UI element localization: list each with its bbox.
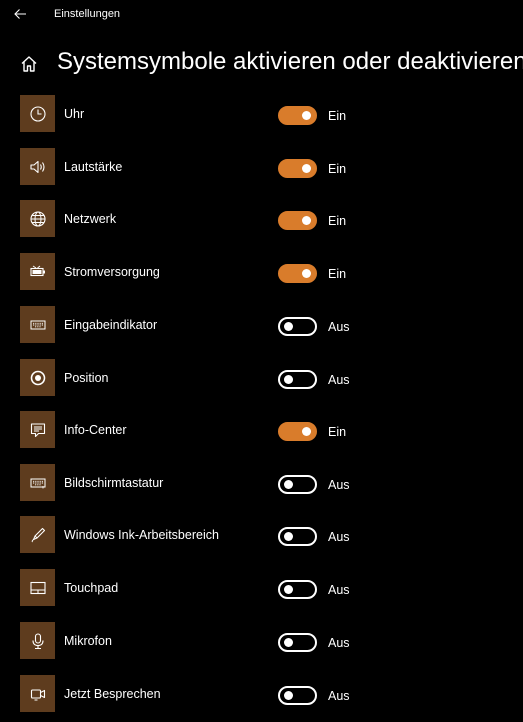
toggle-knob [284, 375, 293, 384]
setting-toggle[interactable] [278, 422, 317, 441]
setting-label: Bildschirmtastatur [64, 476, 164, 490]
setting-label: Stromversorgung [64, 265, 160, 279]
toggle-knob [302, 216, 311, 225]
microphone-icon [31, 632, 44, 649]
toggle-knob [284, 322, 293, 331]
setting-row: Eingabeindikator Aus [0, 306, 523, 344]
setting-toggle[interactable] [278, 475, 317, 494]
toggle-knob [302, 427, 311, 436]
clock-icon [29, 105, 46, 122]
toggle-state-label: Ein [328, 214, 347, 228]
setting-row: Netzwerk Ein [0, 200, 523, 238]
setting-icon-tile [20, 411, 55, 448]
toggle-knob [284, 585, 293, 594]
setting-icon-tile [20, 148, 55, 185]
home-button[interactable] [19, 54, 39, 74]
setting-label: Netzwerk [64, 212, 117, 226]
setting-label: Info-Center [64, 423, 127, 437]
setting-row: Windows Ink-Arbeitsbereich Aus [0, 516, 523, 554]
toggle-state-label: Ein [328, 109, 347, 123]
setting-icon-tile [20, 253, 55, 290]
setting-toggle[interactable] [278, 317, 317, 336]
setting-icon-tile [20, 516, 55, 553]
toggle-state-label: Ein [328, 267, 347, 281]
toggle-state-label: Ein [328, 162, 347, 176]
setting-row: Touchpad Aus [0, 569, 523, 607]
setting-toggle[interactable] [278, 686, 317, 705]
setting-label: Touchpad [64, 581, 119, 595]
setting-icon-tile [20, 675, 55, 712]
setting-label: Eingabeindikator [64, 318, 158, 332]
setting-row: Jetzt Besprechen Aus [0, 675, 523, 713]
toggle-state-label: Aus [328, 478, 350, 492]
action-center-icon [30, 422, 45, 437]
setting-icon-tile [20, 306, 55, 343]
setting-toggle[interactable] [278, 264, 317, 283]
setting-row: Lautstärke Ein [0, 148, 523, 186]
pen-icon [31, 527, 45, 542]
back-arrow-icon [14, 9, 26, 19]
setting-label: Windows Ink-Arbeitsbereich [64, 528, 219, 542]
setting-toggle[interactable] [278, 159, 317, 178]
toggle-state-label: Aus [328, 583, 350, 597]
battery-icon [29, 265, 45, 276]
volume-icon [29, 160, 45, 173]
title-bar: Einstellungen [0, 0, 523, 28]
setting-label: Uhr [64, 107, 85, 121]
back-button[interactable] [10, 4, 30, 24]
toggle-state-label: Aus [328, 373, 350, 387]
toggle-knob [284, 638, 293, 647]
setting-icon-tile [20, 359, 55, 396]
setting-toggle[interactable] [278, 633, 317, 652]
setting-row: Position Aus [0, 359, 523, 397]
globe-icon [29, 210, 46, 227]
setting-toggle[interactable] [278, 106, 317, 125]
setting-label: Jetzt Besprechen [64, 687, 161, 701]
toggle-state-label: Aus [328, 636, 350, 650]
setting-row: Stromversorgung Ein [0, 253, 523, 291]
toggle-state-label: Aus [328, 320, 350, 334]
toggle-state-label: Aus [328, 530, 350, 544]
setting-row: Uhr Ein [0, 95, 523, 133]
setting-icon-tile [20, 569, 55, 606]
setting-row: Mikrofon Aus [0, 622, 523, 660]
toggle-state-label: Aus [328, 689, 350, 703]
setting-icon-tile [20, 622, 55, 659]
setting-icon-tile [20, 464, 55, 501]
setting-label: Mikrofon [64, 634, 112, 648]
setting-toggle[interactable] [278, 211, 317, 230]
setting-toggle[interactable] [278, 527, 317, 546]
setting-row: Info-Center Ein [0, 411, 523, 449]
home-icon [21, 56, 37, 72]
keyboard-icon [30, 320, 45, 329]
toggle-knob [284, 480, 293, 489]
setting-label: Position [64, 371, 109, 385]
toggle-knob [302, 111, 311, 120]
page-title: Systemsymbole aktivieren oder deaktivier… [57, 48, 523, 75]
toggle-knob [284, 691, 293, 700]
toggle-knob [284, 532, 293, 541]
window-title: Einstellungen [54, 8, 121, 20]
toggle-knob [302, 164, 311, 173]
meet-now-icon [30, 688, 45, 700]
toggle-knob [302, 269, 311, 278]
setting-icon-tile [20, 95, 55, 132]
setting-row: Bildschirmtastatur Aus [0, 464, 523, 502]
setting-toggle[interactable] [278, 370, 317, 389]
touchpad-icon [29, 581, 46, 594]
setting-toggle[interactable] [278, 580, 317, 599]
touch-keyboard-icon [30, 478, 45, 488]
setting-icon-tile [20, 200, 55, 237]
setting-label: Lautstärke [64, 160, 123, 174]
toggle-state-label: Ein [328, 425, 347, 439]
location-icon [30, 370, 45, 385]
